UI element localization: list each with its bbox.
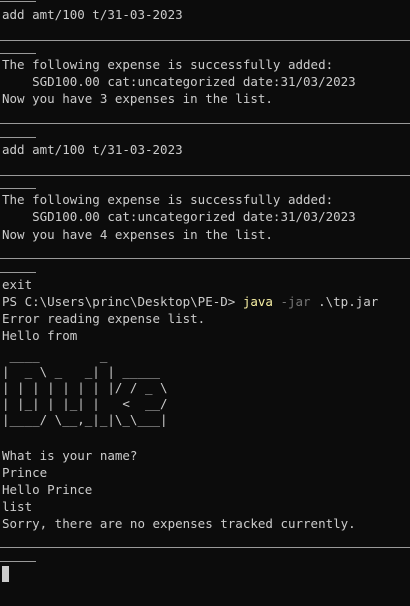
ascii-logo-row: ____ _ [2,348,168,363]
separator-tail [0,561,36,562]
terminal-line: What is your name? [2,448,138,463]
command-flag: -jar [272,294,311,309]
ascii-logo-row: | | | | | | | |/ / _ \ [2,380,168,395]
terminal-window[interactable]: add amt/100 t/31-03-2023 The following e… [0,0,410,606]
terminal-line: Hello from [2,328,78,343]
terminal-line: add amt/100 t/31-03-2023 [2,7,183,22]
ascii-logo: ____ _ | _ \ _ _| | _____ | | | | | | | … [2,348,168,428]
separator-line [0,258,410,259]
command-arg: .\tp.jar [310,294,379,309]
separator-tail [0,137,36,138]
separator-tail [0,1,36,2]
terminal-line: The following expense is successfully ad… [2,192,334,207]
separator-tail [0,272,36,273]
terminal-line: Now you have 3 expenses in the list. [2,91,273,106]
text-cursor[interactable] [2,566,9,582]
command-program: java [242,294,273,309]
separator-tail [0,53,36,54]
terminal-line: SGD100.00 cat:uncategorized date:31/03/2… [2,209,356,224]
command-line: PS C:\Users\princ\Desktop\PE-D> java -ja… [2,293,378,310]
terminal-line: Prince [2,465,48,480]
terminal-line: Hello Prince [2,482,93,497]
separator-line [0,175,410,176]
terminal-line: list [2,499,33,514]
separator-line [0,547,410,548]
ascii-logo-row: |____/ \__,_|_|\_\___| [2,412,168,427]
terminal-line: add amt/100 t/31-03-2023 [2,142,183,157]
separator-line [0,40,410,41]
terminal-line: SGD100.00 cat:uncategorized date:31/03/2… [2,74,356,89]
prompt: PS C:\Users\princ\Desktop\PE-D> [2,294,243,309]
terminal-line: Error reading expense list. [2,311,206,326]
ascii-logo-row: | _ \ _ _| | _____ [2,364,168,379]
ascii-logo-row: | |_| | |_| | < __/ [2,396,168,411]
terminal-line: Sorry, there are no expenses tracked cur… [2,516,356,531]
separator-line [0,123,410,124]
terminal-line: Now you have 4 expenses in the list. [2,227,273,242]
terminal-line: The following expense is successfully ad… [2,57,334,72]
terminal-line: exit [2,277,33,292]
separator-tail [0,188,36,189]
